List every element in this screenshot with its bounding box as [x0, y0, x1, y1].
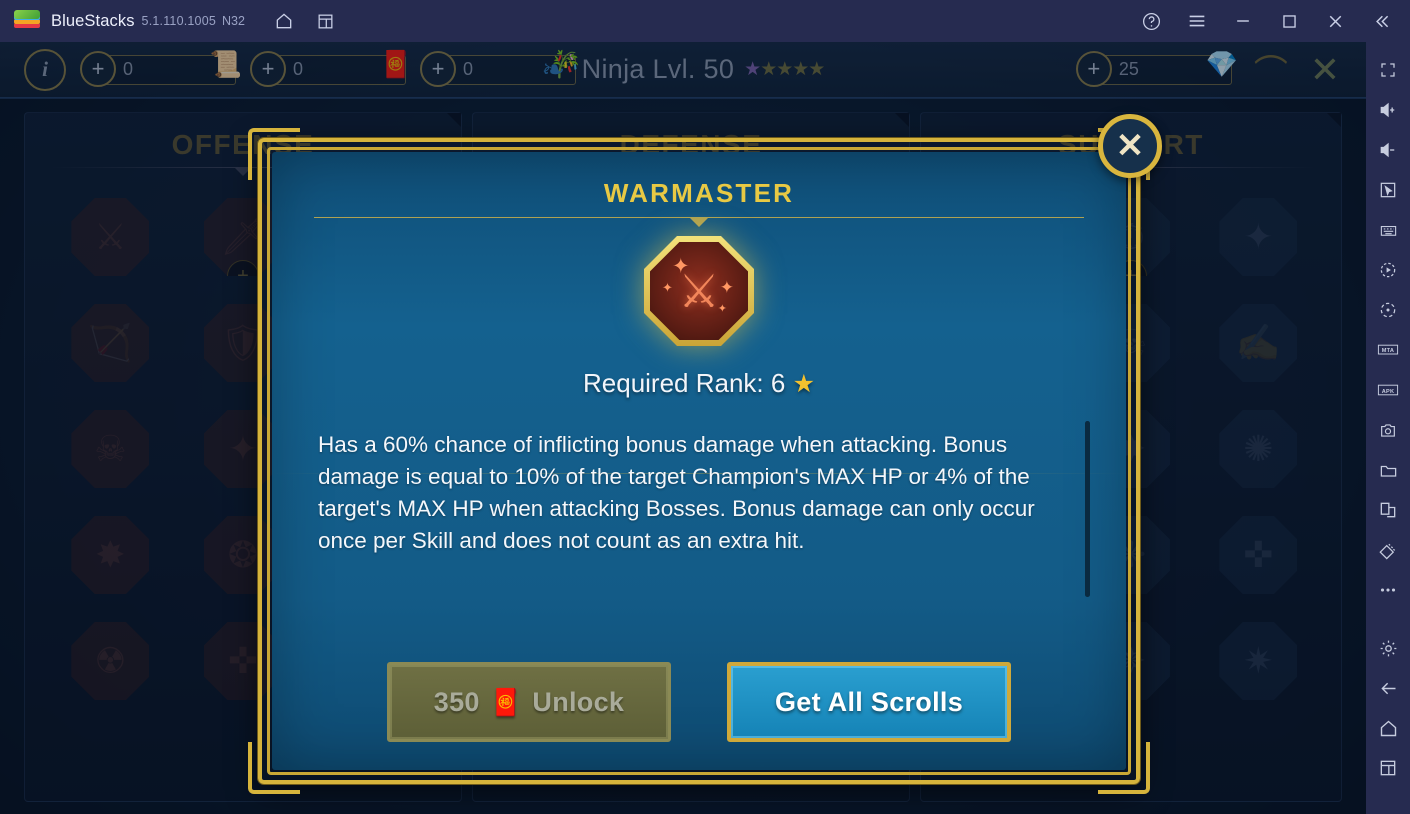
dialog-title: WARMASTER	[603, 178, 795, 208]
multi-instance-icon[interactable]	[309, 6, 343, 36]
game-viewport: OFFENSE ⚔ 🗡+ 💀 🏹 🛡 ✹ ☠ ✦ ⚒ ✸ ❂ ✪ ☢ ✜ ✺	[0, 42, 1366, 814]
screenshot-icon[interactable]	[1366, 410, 1410, 450]
dialog-title-divider	[314, 217, 1084, 218]
bluestacks-logo-icon	[14, 9, 40, 33]
macro-record-icon[interactable]	[1366, 250, 1410, 290]
svg-text:APK: APK	[1382, 389, 1395, 395]
screen-close-button[interactable]: ✕	[1310, 51, 1340, 88]
plus-icon[interactable]: +	[80, 50, 116, 87]
champion-header: ❧ Ninja Lvl. 50 ★★★★★	[541, 53, 826, 85]
fullscreen-icon[interactable]	[1366, 50, 1410, 90]
media-folder-icon[interactable]	[1366, 450, 1410, 490]
champion-name: Ninja Lvl. 50	[581, 54, 735, 84]
app-build: N32	[222, 14, 245, 28]
close-icon[interactable]	[1312, 4, 1358, 38]
scroll-green-icon: 🧧	[379, 48, 412, 79]
sparkle-icon: ✦	[717, 303, 727, 315]
unlock-button[interactable]: 350 🧧 Unlock	[387, 662, 671, 742]
settings-gear-icon[interactable]	[1366, 628, 1410, 668]
sparkle-icon: ✦	[662, 280, 673, 295]
app-root: BlueStacks 5.1.110.1005 N32 i + 0 📜 + 0 …	[0, 0, 1410, 814]
dialog-close-button[interactable]: ✕	[1098, 114, 1162, 178]
unlock-cost: 350	[433, 686, 480, 717]
apk-install-icon[interactable]: APK	[1366, 370, 1410, 410]
volume-down-icon[interactable]	[1366, 130, 1410, 170]
eco-mode-icon[interactable]	[1366, 530, 1410, 570]
plus-icon[interactable]: +	[420, 50, 456, 87]
hamburger-menu-icon[interactable]	[1174, 4, 1220, 38]
gem-icon: 💎	[1205, 48, 1238, 79]
unlock-label: Unlock	[532, 686, 625, 717]
volume-up-icon[interactable]	[1366, 90, 1410, 130]
help-icon[interactable]	[1128, 4, 1174, 38]
back-arrow-icon[interactable]	[1366, 668, 1410, 708]
sparkle-icon: ✦	[719, 278, 734, 297]
plus-icon[interactable]: +	[250, 50, 286, 87]
recents-icon[interactable]	[1366, 748, 1410, 788]
window-controls	[1128, 4, 1410, 38]
currency-gems[interactable]: + 25 💎	[1075, 49, 1238, 87]
description-area: Has a 60% chance of inflicting bonus dam…	[318, 421, 1090, 597]
game-header-bar: i + 0 📜 + 0 🧧 + 0 🎋 ❧ Ninja Lvl. 50 ★★★★…	[0, 42, 1366, 99]
svg-text:MTA: MTA	[1382, 348, 1394, 354]
info-button[interactable]: i	[24, 48, 66, 91]
maximize-icon[interactable]	[1266, 4, 1312, 38]
collapse-sidebar-icon[interactable]	[1358, 4, 1404, 38]
bluestacks-titlebar: BlueStacks 5.1.110.1005 N32	[0, 0, 1410, 42]
spirit-affinity-icon: ❧	[541, 53, 566, 85]
description-scrollbar[interactable]	[1085, 421, 1090, 597]
more-options-icon[interactable]	[1366, 570, 1410, 610]
header-right-group: + 25 💎 ⌒ ✕	[1062, 45, 1340, 94]
keyboard-controls-icon[interactable]	[1366, 210, 1410, 250]
currency-mastery-scroll-green[interactable]: + 0 🧧	[250, 49, 412, 87]
champion-stars: ★★★★★	[744, 59, 825, 80]
multi-instance-icon[interactable]	[1366, 490, 1410, 530]
decorative-swoosh-icon: ⌒	[1253, 54, 1288, 92]
currency-mastery-scroll-grey[interactable]: + 0 📜	[80, 49, 242, 87]
rotate-screen-icon[interactable]	[1366, 290, 1410, 330]
get-all-scrolls-label: Get All Scrolls	[774, 686, 964, 717]
required-rank-label: Required Rank: 6	[583, 368, 786, 398]
required-rank-row: Required Rank: 6 ★	[272, 368, 1126, 399]
mastery-detail-dialog: ✕ WARMASTER ⚔ ✦ ✦ ✦ ✦ Required Rank: 6 ★…	[248, 114, 1162, 794]
mastery-icon-container: ⚔ ✦ ✦ ✦ ✦	[272, 236, 1126, 346]
warmaster-mastery-icon: ⚔ ✦ ✦ ✦ ✦	[644, 236, 754, 346]
app-version: 5.1.110.1005	[141, 14, 217, 28]
home-icon[interactable]	[1366, 708, 1410, 748]
mastery-description: Has a 60% chance of inflicting bonus dam…	[318, 432, 1035, 553]
mta-icon[interactable]: MTA	[1366, 330, 1410, 370]
scroll-icon: 🧧	[489, 686, 523, 717]
app-name: BlueStacks	[51, 11, 135, 30]
dialog-body: WARMASTER ⚔ ✦ ✦ ✦ ✦ Required Rank: 6 ★ H…	[272, 152, 1126, 770]
home-icon[interactable]	[267, 6, 301, 36]
dialog-actions: 350 🧧 Unlock Get All Scrolls	[272, 662, 1126, 742]
scrollbar-thumb[interactable]	[1085, 421, 1090, 597]
sparkle-icon: ✦	[672, 255, 690, 278]
scroll-grey-icon: 📜	[209, 48, 242, 79]
get-all-scrolls-button[interactable]: Get All Scrolls	[727, 662, 1011, 742]
rank-star-icon: ★	[792, 370, 815, 398]
plus-icon[interactable]: +	[1075, 50, 1112, 87]
minimize-icon[interactable]	[1220, 4, 1266, 38]
cursor-click-icon[interactable]	[1366, 170, 1410, 210]
bluestacks-sidebar: MTA APK	[1366, 42, 1410, 814]
